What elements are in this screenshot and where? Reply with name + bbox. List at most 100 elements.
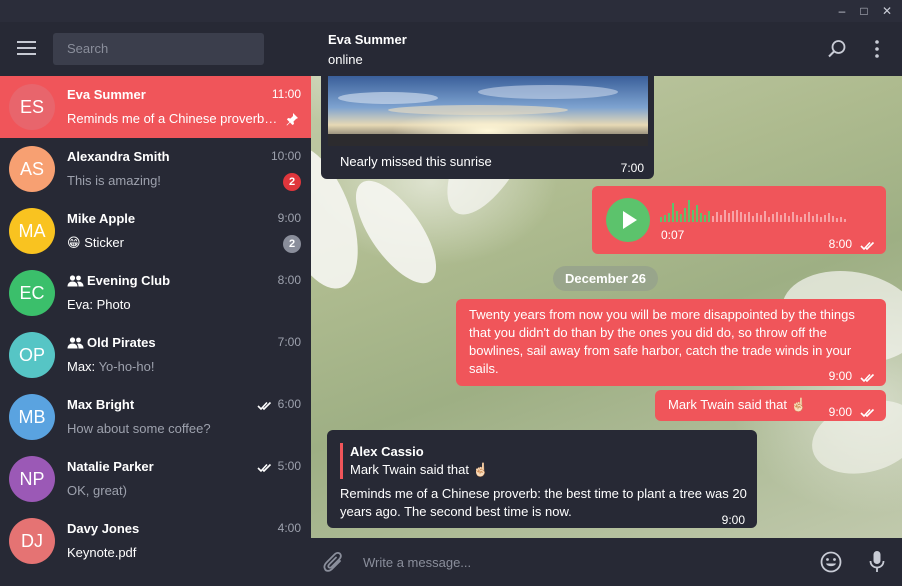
avatar: EC [9,270,55,316]
chat-name: Old Pirates [67,335,156,352]
sunrise-photo[interactable] [328,76,648,146]
date-separator: December 26 [553,266,658,291]
attach-icon[interactable] [323,551,345,580]
chat-item-old-pirates[interactable]: OP Old Pirates 7:00 Max: Yo-ho-ho! [0,324,311,386]
chat-time: 9:00 [277,211,301,225]
voice-duration: 0:07 [661,228,685,242]
chat-name-text: Old Pirates [87,335,156,350]
chat-item-mike-apple[interactable]: MA Mike Apple 9:00 😁 Sticker 2 [0,200,311,262]
microphone-icon[interactable] [869,550,885,579]
avatar: ES [9,84,55,130]
chat-panel: Eva Summer online Nearly missed this sun… [311,22,902,586]
chat-time: 11:00 [271,87,301,101]
message-input[interactable] [363,551,803,573]
preview-sender: Max: [67,359,96,374]
chat-preview: OK, great) [67,483,127,498]
chat-preview: Eva: Photo [67,297,279,312]
chat-time: 4:00 [277,521,301,535]
message-composer [311,538,902,586]
sticker-emoji: 😁 [67,235,81,250]
message-text: Mark Twain said that ☝🏻 [668,397,807,412]
reply-author[interactable]: Alex Cassio [350,443,424,461]
group-icon [67,275,84,290]
chat-time: 5:00 [277,459,301,473]
chat-preview-text: Sticker [84,235,124,250]
voice-waveform[interactable] [660,200,850,227]
chat-name: Mike Apple [67,211,136,226]
chat-name-text: Evening Club [87,273,171,288]
sidebar: ES Eva Summer 11:00 Reminds me of a Chin… [0,22,311,586]
online-status: online [328,52,363,67]
avatar: DJ [9,518,55,564]
chat-item-davy-jones[interactable]: DJ Davy Jones 4:00 Keynote.pdf [0,510,311,572]
chat-name: Natalie Parker [67,459,154,474]
unread-badge: 2 [283,173,301,191]
unread-badge: 2 [283,235,301,253]
chat-preview-text: Yo-ho-ho! [98,359,155,374]
chat-name: Davy Jones [67,521,140,536]
double-check-icon [257,460,273,478]
reply-quoted-text[interactable]: Mark Twain said that ☝🏻 [350,461,489,479]
message-time: 7:00 [620,161,644,175]
title-bar: – □ ✕ [0,0,902,22]
search-input[interactable] [53,33,264,65]
chat-time: 6:00 [277,397,301,411]
reply-message[interactable]: Alex Cassio Mark Twain said that ☝🏻 Remi… [327,430,757,528]
background-petal [341,168,451,296]
more-options-icon[interactable] [873,39,881,64]
chat-preview: Max: Yo-ho-ho! [67,359,279,374]
photo-caption: Nearly missed this sunrise [340,154,492,169]
message-time: 9:00 [828,405,852,419]
chat-preview: How about some coffee? [67,421,211,436]
avatar: AS [9,146,55,192]
message-time: 9:00 [721,513,745,527]
message-bubble[interactable]: Mark Twain said that ☝🏻 9:00 [655,390,886,421]
search-icon[interactable] [827,39,847,64]
double-check-icon [860,370,876,388]
chat-list: ES Eva Summer 11:00 Reminds me of a Chin… [0,76,311,572]
menu-icon[interactable] [17,41,36,55]
double-check-icon [257,398,273,416]
preview-sender: Eva: [67,297,94,312]
chat-name: Eva Summer [67,87,146,102]
chat-item-eva-summer[interactable]: ES Eva Summer 11:00 Reminds me of a Chin… [0,76,311,138]
emoji-icon[interactable] [820,551,842,578]
chat-preview: Reminds me of a Chinese proverb: the bes… [67,111,279,126]
play-button[interactable] [606,198,650,242]
reply-quote-bar [340,443,343,479]
chat-name: Max Bright [67,397,135,412]
chat-time: 7:00 [277,335,301,349]
message-text: Reminds me of a Chinese proverb: the bes… [340,486,747,519]
double-check-icon [860,405,876,423]
voice-message[interactable]: 0:07 8:00 [592,186,886,254]
chat-item-evening-club[interactable]: EC Evening Club 8:00 Eva: Photo [0,262,311,324]
chat-preview: 😁 Sticker [67,235,279,251]
chat-time: 10:00 [270,149,301,163]
chat-item-max-bright[interactable]: MB Max Bright 6:00 How about some coffee… [0,386,311,448]
chat-preview: Keynote.pdf [67,545,137,560]
message-time: 9:00 [828,369,852,383]
chat-name: Evening Club [67,273,170,290]
chat-title[interactable]: Eva Summer [328,32,407,47]
chat-header: Eva Summer online [311,22,902,76]
double-check-icon [860,238,876,256]
chat-time: 8:00 [277,273,301,287]
group-icon [67,337,84,352]
chat-item-natalie-parker[interactable]: NP Natalie Parker 5:00 OK, great) [0,448,311,510]
chat-item-alexandra-smith[interactable]: AS Alexandra Smith 10:00 This is amazing… [0,138,311,200]
pin-icon [285,112,299,129]
sidebar-header [0,22,311,76]
message-text: Twenty years from now you will be more d… [469,307,855,376]
avatar: MA [9,208,55,254]
message-time: 8:00 [828,237,852,251]
minimize-button[interactable]: – [833,3,851,19]
maximize-button[interactable]: □ [855,3,873,19]
chat-name: Alexandra Smith [67,149,170,164]
close-button[interactable]: ✕ [878,3,896,19]
avatar: NP [9,456,55,502]
message-bubble[interactable]: Twenty years from now you will be more d… [456,299,886,386]
photo-message[interactable]: Nearly missed this sunrise 7:00 [321,76,654,179]
avatar: MB [9,394,55,440]
avatar: OP [9,332,55,378]
chat-preview: This is amazing! [67,173,161,188]
